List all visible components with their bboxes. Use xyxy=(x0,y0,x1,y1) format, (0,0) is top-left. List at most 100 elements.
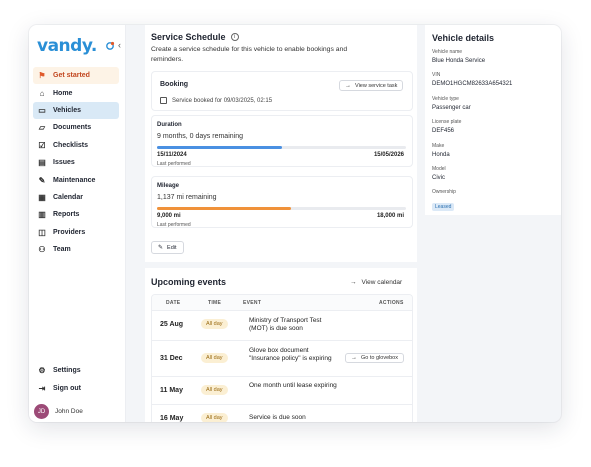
team-icon: ⚇ xyxy=(38,245,46,255)
mileage-value: 1,137 mi remaining xyxy=(157,194,217,201)
sidebar-item-home[interactable]: ⌂ Home xyxy=(33,84,119,101)
column-header-event: EVENT xyxy=(243,300,262,306)
sidebar-item-checklists[interactable]: ☑ Checklists xyxy=(33,137,119,154)
gear-icon: ⚙ xyxy=(38,366,46,376)
view-calendar-link[interactable]: → View calendar xyxy=(350,279,402,286)
time-badge: All day xyxy=(201,413,228,422)
time-badge: All day xyxy=(201,319,228,329)
field-label: Vehicle name xyxy=(432,49,463,55)
service-schedule-header: Service Schedule i xyxy=(151,32,239,42)
app-window: vandy. ‹ ⚑ Get started ⌂ Home ▭ Vehicles… xyxy=(29,25,561,422)
field-label: VIN xyxy=(432,72,441,78)
table-row[interactable]: 25 Aug All day Ministry of Transport Tes… xyxy=(152,311,412,341)
checklist-icon: ☑ xyxy=(38,140,46,150)
avatar: JD xyxy=(34,404,49,419)
arrow-right-icon: → xyxy=(351,355,357,361)
event-text: Glove box document "Insurance policy" is… xyxy=(249,347,332,363)
edit-button[interactable]: ✎ Edit xyxy=(151,241,184,254)
event-text: One month until lease expiring xyxy=(249,382,337,389)
mileage-label: Mileage xyxy=(157,183,180,189)
folder-icon: ▱ xyxy=(38,123,46,133)
sidebar-item-providers[interactable]: ◫ Providers xyxy=(33,224,119,241)
go-to-glovebox-label: Go to glovebox xyxy=(361,355,398,361)
field-value: Honda xyxy=(432,152,450,158)
view-service-task-button[interactable]: → View service task xyxy=(339,80,404,91)
sidebar-item-label: Calendar xyxy=(53,193,83,201)
column-header-actions: ACTIONS xyxy=(379,300,404,306)
arrow-right-icon: → xyxy=(345,82,351,89)
service-schedule-description: Create a service schedule for this vehic… xyxy=(151,46,348,63)
column-header-time: TIME xyxy=(208,300,222,306)
sidebar-item-label: Providers xyxy=(53,228,86,236)
brand-logo[interactable]: vandy. xyxy=(37,36,97,56)
sidebar-item-label: Checklists xyxy=(53,141,89,149)
vehicle-details-title: Vehicle details xyxy=(432,33,495,43)
sidebar-item-team[interactable]: ⚇ Team xyxy=(33,241,119,258)
field-value: DEMO1HGCM82633A654321 xyxy=(432,81,513,87)
field-label: Model xyxy=(432,166,446,172)
sidebar-item-documents[interactable]: ▱ Documents xyxy=(33,119,119,136)
providers-icon: ◫ xyxy=(38,227,46,237)
vin-field: VIN DEMO1HGCM82633A654321 xyxy=(432,72,512,87)
time-badge: All day xyxy=(201,385,228,395)
field-value: Passenger car xyxy=(432,105,471,111)
field-value: DEF456 xyxy=(432,128,455,134)
user-profile[interactable]: JD John Doe xyxy=(34,404,83,419)
sidebar-item-label: Documents xyxy=(53,124,92,132)
make-field: Make Honda xyxy=(432,143,450,158)
table-row[interactable]: 11 May All day One month until lease exp… xyxy=(152,377,412,405)
clipboard-icon: ▤ xyxy=(38,158,46,168)
sidebar-item-vehicles[interactable]: ▭ Vehicles xyxy=(33,101,119,120)
sidebar-item-label: Settings xyxy=(53,367,81,375)
sidebar-item-reports[interactable]: ▥ Reports xyxy=(33,206,119,223)
sign-out-icon: ⇥ xyxy=(38,383,46,393)
go-to-glovebox-button[interactable]: → Go to glovebox xyxy=(345,353,404,363)
model-field: Model Civic xyxy=(432,166,446,181)
duration-progress-fill xyxy=(157,146,282,149)
sidebar-nav: ⚑ Get started ⌂ Home ▭ Vehicles ▱ Docume… xyxy=(33,67,119,258)
field-label: License plate xyxy=(432,119,462,125)
sidebar-item-get-started[interactable]: ⚑ Get started xyxy=(33,67,119,85)
duration-note: Last performed xyxy=(157,161,191,167)
rocket-icon: ⚑ xyxy=(38,71,46,81)
sidebar-item-settings[interactable]: ⚙ Settings xyxy=(33,362,119,379)
info-icon[interactable]: i xyxy=(230,33,239,41)
wrench-icon: ✎ xyxy=(38,175,46,185)
sidebar-item-sign-out[interactable]: ⇥ Sign out xyxy=(33,379,119,396)
table-row[interactable]: 16 May All day Service is due soon xyxy=(152,405,412,422)
duration-value: 9 months, 0 days remaining xyxy=(157,133,243,140)
sidebar-item-label: Home xyxy=(53,89,73,97)
event-date: 31 Dec xyxy=(160,355,183,362)
duration-end: 15/05/2026 xyxy=(373,152,404,158)
event-text: Service is due soon xyxy=(249,414,306,421)
event-date: 16 May xyxy=(160,415,184,422)
mileage-start: 9,000 mi xyxy=(157,213,181,219)
duration-card: Duration 9 months, 0 days remaining 15/1… xyxy=(151,115,413,167)
view-service-task-label: View service task xyxy=(355,82,398,89)
event-text: Ministry of Transport Test (MOT) is due … xyxy=(249,317,322,333)
sidebar-item-issues[interactable]: ▤ Issues xyxy=(33,154,119,171)
license-plate-field: License plate DEF456 xyxy=(432,119,461,134)
service-schedule-title: Service Schedule xyxy=(151,32,226,42)
event-date: 25 Aug xyxy=(160,321,184,328)
duration-label: Duration xyxy=(157,122,182,128)
sidebar-item-maintenance[interactable]: ✎ Maintenance xyxy=(33,171,119,188)
field-value: Civic xyxy=(432,175,445,181)
sidebar-item-calendar[interactable]: ▦ Calendar xyxy=(33,189,119,206)
mileage-progress-fill xyxy=(157,207,292,210)
events-table-header: DATE TIME EVENT ACTIONS xyxy=(152,295,412,311)
booking-card: Booking Service booked for 09/03/2025, 0… xyxy=(151,71,413,111)
service-schedule-panel: Service Schedule i Create a service sche… xyxy=(145,25,417,262)
calendar-icon: ▦ xyxy=(38,192,46,202)
field-label: Vehicle type xyxy=(432,96,459,102)
chevron-left-icon[interactable]: ‹ xyxy=(118,40,121,50)
sidebar-item-label: Vehicles xyxy=(53,106,82,114)
sidebar-bottom-nav: ⚙ Settings ⇥ Sign out xyxy=(33,362,119,397)
pin-icon[interactable] xyxy=(105,41,115,51)
field-label: Ownership xyxy=(432,189,456,195)
main-content: Service Schedule i Create a service sche… xyxy=(145,25,417,422)
ownership-badge: Leased xyxy=(432,203,455,211)
table-row[interactable]: 31 Dec All day Glove box document "Insur… xyxy=(152,341,412,377)
sidebar-item-label: Team xyxy=(53,246,71,254)
arrow-right-icon: → xyxy=(350,279,357,286)
